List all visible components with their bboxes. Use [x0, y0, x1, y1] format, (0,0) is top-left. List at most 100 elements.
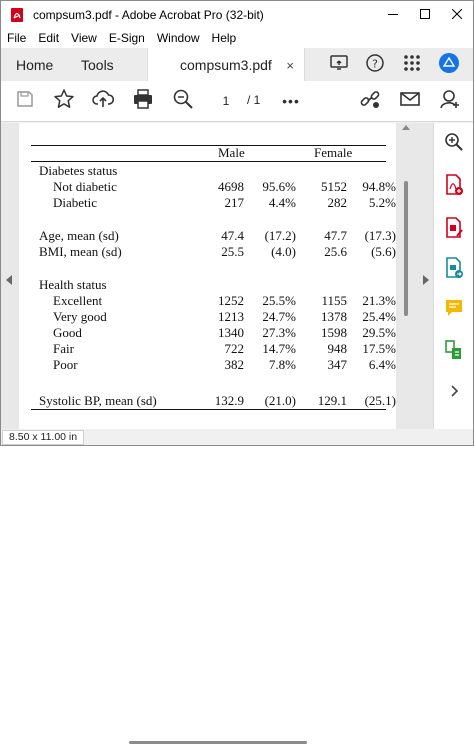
- table-cell: 1213: [218, 309, 244, 324]
- upload-cloud-button[interactable]: [91, 89, 115, 113]
- row-label: Fair: [53, 341, 74, 356]
- table-cell: 24.7%: [262, 309, 296, 324]
- expand-panel-arrow-icon[interactable]: [423, 275, 429, 285]
- table-cell: (17.3): [364, 228, 396, 243]
- table-row: Systolic BP, mean (sd) 132.9 (21.0) 129.1 (2…: [19, 393, 396, 409]
- table-cell: 4.4%: [268, 195, 296, 210]
- export-pdf-icon: [444, 256, 464, 284]
- table-cell: 129.1: [317, 393, 347, 408]
- pdf-page: Male Female Diabetes status Not diabetic 4…: [19, 123, 396, 429]
- maximize-icon: [420, 6, 430, 24]
- menu-edit[interactable]: Edit: [32, 31, 65, 45]
- table-cell: 5.2%: [368, 195, 396, 210]
- table-cell: 282: [327, 195, 348, 210]
- tab-tools[interactable]: Tools: [81, 48, 114, 81]
- row-label: Good: [53, 325, 82, 340]
- table-row: BMI, mean (sd) 25.5 (4.0) 25.6 (5.6): [19, 244, 396, 260]
- account-button[interactable]: [437, 52, 461, 77]
- tab-tools-label: Tools: [81, 56, 114, 73]
- bookmark-button[interactable]: [52, 88, 76, 115]
- window-title: compsum3.pdf - Adobe Acrobat Pro (32-bit…: [33, 7, 264, 22]
- status-bar: 8.50 x 11.00 in: [1, 429, 473, 744]
- table-cell: (4.0): [271, 244, 296, 259]
- table-cell: 132.9: [214, 393, 244, 408]
- maximize-button[interactable]: [409, 1, 441, 28]
- menu-file[interactable]: File: [1, 31, 32, 45]
- apps-button[interactable]: [400, 53, 424, 77]
- create-pdf-icon: [444, 173, 464, 201]
- row-label: Excellent: [53, 293, 103, 308]
- tools-toolbar: 1 / 1 •••: [1, 81, 473, 122]
- page-size-indicator: 8.50 x 11.00 in: [2, 430, 85, 445]
- table-cell: 25.4%: [362, 309, 396, 324]
- menu-esign[interactable]: E-Sign: [103, 31, 151, 45]
- tab-home-label: Home: [16, 56, 54, 73]
- help-button[interactable]: ?: [363, 53, 387, 77]
- zoom-search-button[interactable]: [171, 89, 195, 113]
- comment-tool-button[interactable]: [442, 298, 466, 322]
- share-link-icon: [329, 53, 349, 78]
- table-bottom-rule: [31, 409, 386, 410]
- page-number-input[interactable]: 1: [211, 91, 241, 111]
- table-cell: (25.1): [364, 393, 396, 408]
- scroll-up-arrow-icon[interactable]: [402, 125, 410, 130]
- add-user-button[interactable]: [438, 89, 462, 113]
- table-row: Not diabetic 4698 95.6% 5152 94.8%: [19, 179, 396, 195]
- row-label: Diabetes status: [39, 163, 118, 178]
- more-tools-button[interactable]: •••: [279, 89, 303, 113]
- table-cell: 347: [327, 357, 348, 372]
- printer-icon: [132, 88, 154, 115]
- link-share-icon: [359, 88, 381, 115]
- row-label: BMI, mean (sd): [39, 244, 122, 259]
- edit-pdf-icon: [444, 216, 464, 244]
- vertical-scrollbar[interactable]: [404, 181, 408, 316]
- print-button[interactable]: [131, 88, 155, 115]
- table-cell: 722: [224, 341, 245, 356]
- row-label: Health status: [39, 277, 107, 292]
- comment-icon: [444, 298, 464, 323]
- create-pdf-tool-button[interactable]: [442, 173, 466, 201]
- export-pdf-tool-button[interactable]: [442, 256, 466, 284]
- row-label: Age, mean (sd): [39, 228, 119, 243]
- table-row: Very good 1213 24.7% 1378 25.4%: [19, 309, 396, 325]
- table-cell: 7.8%: [268, 357, 296, 372]
- table-cell: 14.7%: [262, 341, 296, 356]
- grid-apps-icon: [403, 54, 421, 77]
- search-tool-button[interactable]: [442, 132, 466, 156]
- close-window-button[interactable]: [441, 1, 473, 28]
- tab-document-label: compsum3.pdf: [180, 56, 272, 73]
- row-label: Systolic BP, mean (sd): [39, 393, 157, 408]
- close-icon: [451, 6, 463, 24]
- table-cell: (17.2): [264, 228, 296, 243]
- row-label: Diabetic: [53, 195, 98, 210]
- table-cell: 948: [327, 341, 348, 356]
- table-row: Excellent 1252 25.5% 1155 21.3%: [19, 293, 396, 309]
- header-female: Female: [314, 145, 353, 160]
- table-header-row: Male Female: [19, 145, 396, 161]
- table-cell: 6.4%: [368, 357, 396, 372]
- star-icon: [53, 88, 75, 115]
- document-viewport[interactable]: Male Female Diabetes status Not diabetic 4…: [1, 123, 433, 429]
- right-tools-panel: [433, 123, 473, 429]
- tab-bar: Home Tools compsum3.pdf × ?: [1, 48, 473, 81]
- email-button[interactable]: [398, 89, 422, 113]
- tab-document[interactable]: compsum3.pdf ×: [147, 48, 305, 81]
- previous-panel-arrow-icon[interactable]: [6, 275, 12, 285]
- menu-help[interactable]: Help: [206, 31, 243, 45]
- tab-home[interactable]: Home: [16, 48, 53, 81]
- tab-close-button[interactable]: ×: [286, 58, 294, 73]
- table-cell: 25.5: [221, 244, 244, 259]
- menu-view[interactable]: View: [65, 31, 103, 45]
- mail-icon: [399, 88, 421, 115]
- menu-window[interactable]: Window: [151, 31, 206, 45]
- minimize-button[interactable]: [377, 1, 409, 28]
- help-icon: ?: [365, 53, 385, 78]
- more-panel-tools-button[interactable]: [442, 381, 466, 405]
- row-label: Not diabetic: [53, 179, 117, 194]
- edit-pdf-tool-button[interactable]: [442, 216, 466, 244]
- save-button[interactable]: [13, 89, 37, 113]
- table-row: Health status: [19, 277, 396, 293]
- share-screen-button[interactable]: [327, 53, 351, 77]
- organize-pages-tool-button[interactable]: [442, 339, 466, 364]
- share-link-button[interactable]: [358, 89, 382, 113]
